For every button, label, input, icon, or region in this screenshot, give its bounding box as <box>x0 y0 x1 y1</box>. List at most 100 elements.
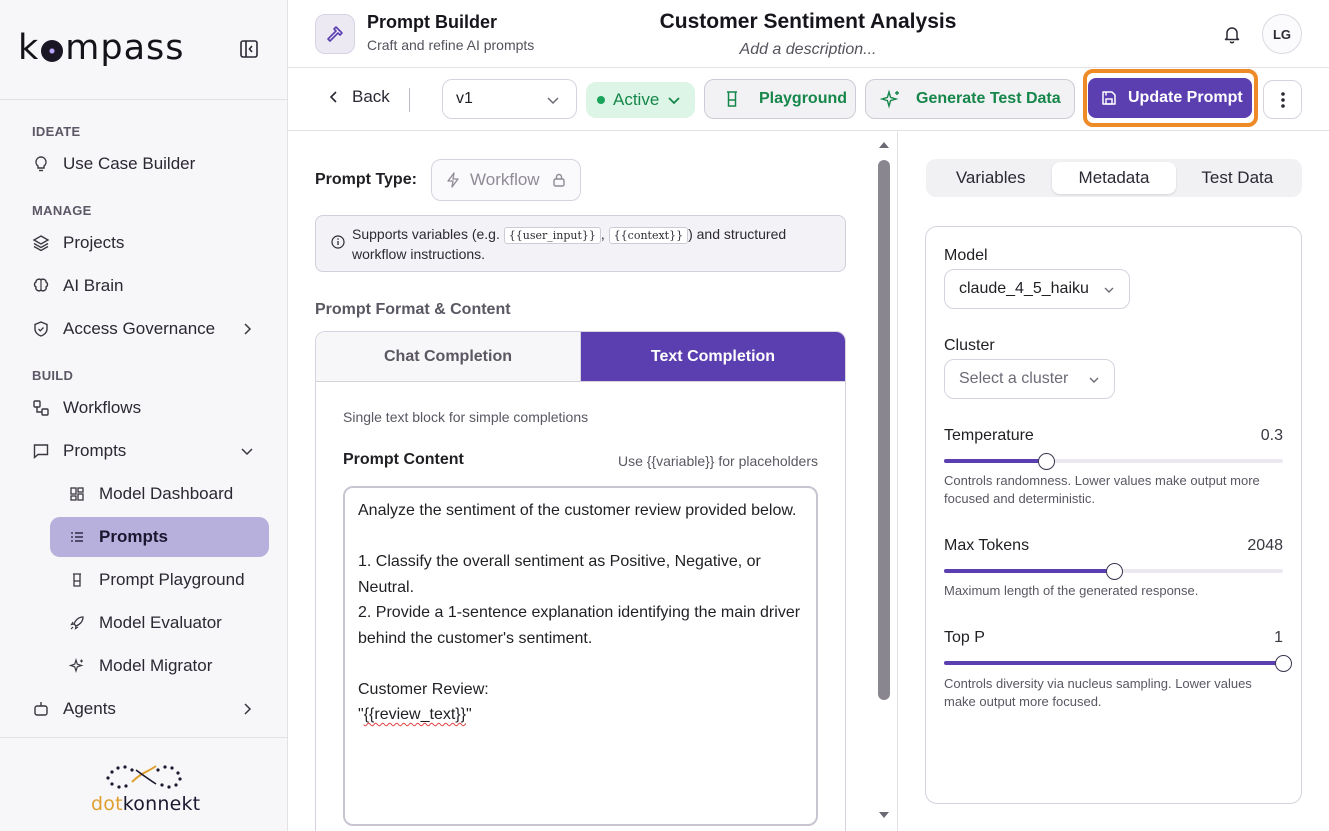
sidebar-item-label: Prompts <box>99 527 168 546</box>
tab-test-data[interactable]: Test Data <box>1176 162 1299 194</box>
sidebar-item-label: Use Case Builder <box>63 154 196 173</box>
chevron-down-icon <box>668 97 680 105</box>
logo-rest: mpass <box>65 28 185 68</box>
sidebar-item-prompt-playground[interactable]: Prompt Playground <box>50 560 269 600</box>
toolbar-divider <box>409 88 410 112</box>
generate-test-data-button[interactable]: Generate Test Data <box>865 79 1075 119</box>
top-p-value: 1 <box>1274 629 1283 646</box>
workflow-icon <box>32 399 50 417</box>
prompt-content-label: Prompt Content <box>343 451 464 468</box>
sidebar-item-model-dashboard[interactable]: Model Dashboard <box>50 474 269 514</box>
sidebar-item-label: Access Governance <box>63 319 216 338</box>
sidebar-item-agents[interactable]: Agents <box>18 689 269 729</box>
sidebar-item-label: Workflows <box>63 398 142 417</box>
status-dot <box>597 96 605 104</box>
slider-thumb[interactable] <box>1275 655 1292 672</box>
chevron-down-icon <box>1089 377 1099 383</box>
tab-variables[interactable]: Variables <box>929 162 1052 194</box>
cluster-select[interactable]: Select a cluster <box>944 359 1115 399</box>
sidebar-item-use-case-builder[interactable]: Use Case Builder <box>18 144 269 184</box>
prompt-description-field[interactable]: Add a description... <box>633 41 983 59</box>
bell-icon[interactable] <box>1222 24 1242 44</box>
max-tokens-slider[interactable] <box>944 563 1283 580</box>
top-p-slider[interactable] <box>944 655 1292 672</box>
prompt-content-textarea[interactable]: Analyze the sentiment of the customer re… <box>343 486 818 826</box>
top-p-help: Controls diversity via nucleus sampling.… <box>944 676 1252 709</box>
logo-letter-k: k <box>18 28 40 68</box>
sidebar-item-label: Projects <box>63 233 125 252</box>
settings-tabs: Variables Metadata Test Data <box>926 159 1302 197</box>
nav-section-ideate: IDEATE <box>32 123 81 139</box>
sidebar-item-label: Model Migrator <box>99 656 213 675</box>
sparkles-icon <box>68 657 86 675</box>
version-select[interactable]: v1 <box>442 79 577 119</box>
code-chip: {{user_input}} <box>503 227 601 244</box>
version-value: v1 <box>456 90 473 107</box>
tab-metadata[interactable]: Metadata <box>1052 162 1176 194</box>
user-avatar[interactable]: LG <box>1262 14 1302 54</box>
tab-chat-completion[interactable]: Chat Completion <box>316 332 580 381</box>
dotkonnekt-wordmark: dotkonnekt <box>91 793 201 815</box>
app-subtitle: Craft and refine AI prompts <box>367 37 535 53</box>
info-text: Supports variables (e.g. {{user_input}},… <box>352 226 787 262</box>
top-p-label: Top P <box>944 629 985 646</box>
tab-text-completion[interactable]: Text Completion <box>580 332 845 381</box>
lightbulb-icon <box>32 155 50 173</box>
chevron-down-icon <box>1104 287 1114 293</box>
sidebar-item-model-evaluator[interactable]: Model Evaluator <box>50 603 269 643</box>
temperature-slider[interactable] <box>944 453 1283 470</box>
slider-fill <box>944 569 1114 573</box>
sidebar-item-workflows[interactable]: Workflows <box>18 388 269 428</box>
sidebar-item-prompts-sub[interactable]: Prompts <box>50 517 269 557</box>
slider-thumb[interactable] <box>1105 563 1123 580</box>
sidebar-nav: IDEATE Use Case Builder MANAGE Projects … <box>0 100 287 740</box>
metadata-card: Model claude_4_5_haiku Cluster Select a … <box>925 226 1302 804</box>
sidebar-brand: k mpass <box>0 0 287 100</box>
code-chip: {{context}} <box>608 227 689 244</box>
sidebar-item-prompts[interactable]: Prompts <box>18 431 269 471</box>
sidebar-collapse-icon[interactable] <box>238 38 260 60</box>
more-vertical-icon[interactable] <box>1263 80 1302 119</box>
cluster-label: Cluster <box>944 337 995 354</box>
sidebar-item-model-migrator[interactable]: Model Migrator <box>50 646 269 686</box>
dashboard-icon <box>68 485 86 503</box>
editor-scrollbar[interactable] <box>876 138 892 828</box>
update-prompt-button[interactable]: Update Prompt <box>1088 78 1252 118</box>
flask-icon <box>727 91 737 107</box>
sidebar-item-ai-brain[interactable]: AI Brain <box>18 266 269 306</box>
prompt-type-field: Workflow <box>431 159 581 201</box>
slider-thumb[interactable] <box>1037 453 1055 470</box>
save-icon <box>1102 91 1116 105</box>
logo-compass-icon <box>41 40 64 62</box>
chevron-down-icon <box>547 97 559 105</box>
sidebar-item-label: Prompts <box>63 441 127 460</box>
message-square-icon <box>32 442 50 460</box>
kompass-logo[interactable]: k mpass <box>18 28 185 68</box>
scrollbar-thumb[interactable] <box>878 160 890 700</box>
prompt-title[interactable]: Customer Sentiment Analysis <box>633 10 983 34</box>
model-value: claude_4_5_haiku <box>959 280 1089 297</box>
update-prompt-label: Update Prompt <box>1128 89 1243 106</box>
scroll-up-arrow-icon[interactable] <box>878 140 890 150</box>
playground-button[interactable]: Playground <box>704 79 856 119</box>
sidebar-footer: dotkonnekt <box>0 737 287 831</box>
shield-icon <box>32 320 50 338</box>
sidebar-item-projects[interactable]: Projects <box>18 223 269 263</box>
brain-icon <box>32 277 50 295</box>
playground-label: Playground <box>759 90 848 107</box>
sidebar-item-access-governance[interactable]: Access Governance <box>18 309 269 349</box>
model-select[interactable]: claude_4_5_haiku <box>944 269 1130 309</box>
scroll-down-arrow-icon[interactable] <box>878 810 890 820</box>
variable-token: {{review_text}} <box>363 706 466 723</box>
toolbar: Back v1 Active Playground Generate Test … <box>288 69 1329 131</box>
prompt-type-label: Prompt Type: <box>315 171 417 188</box>
info-icon <box>331 235 345 249</box>
settings-panel: Variables Metadata Test Data Model claud… <box>898 131 1329 831</box>
status-dropdown[interactable]: Active <box>586 82 695 118</box>
back-button[interactable]: Back <box>328 87 390 107</box>
prompt-type-value: Workflow <box>470 170 540 189</box>
chevron-down-icon <box>239 443 255 459</box>
chevron-right-icon <box>239 321 255 337</box>
sidebar-item-label: Prompt Playground <box>99 570 245 589</box>
max-tokens-label: Max Tokens <box>944 537 1030 554</box>
